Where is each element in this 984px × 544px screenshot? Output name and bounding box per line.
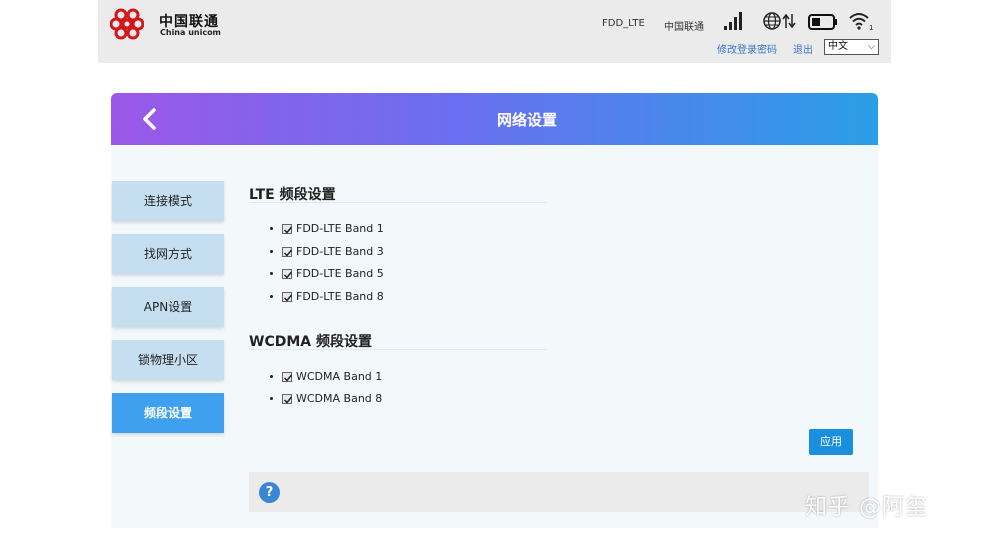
carrier-name: 中国联通 <box>664 22 704 33</box>
change-password-link[interactable]: 修改登录密码 <box>717 41 777 56</box>
sidebar-item-cell-lock[interactable]: 锁物理小区 <box>112 340 224 380</box>
band-label: WCDMA Band 1 <box>296 370 383 383</box>
brand-name-en: China unicom <box>160 28 221 37</box>
band-checkbox[interactable] <box>282 291 293 302</box>
list-item: FDD-LTE Band 1 <box>270 222 384 235</box>
sidebar-item-apn[interactable]: APN设置 <box>112 287 224 327</box>
band-label: WCDMA Band 8 <box>296 392 383 405</box>
band-label: FDD-LTE Band 1 <box>296 222 384 235</box>
list-item: WCDMA Band 8 <box>270 392 382 405</box>
list-item: WCDMA Band 1 <box>270 370 382 383</box>
band-checkbox[interactable] <box>282 246 293 257</box>
list-item: FDD-LTE Band 3 <box>270 245 384 258</box>
help-bar <box>249 472 869 512</box>
divider <box>249 202 547 203</box>
band-checkbox[interactable] <box>282 393 293 404</box>
wifi-icon: 1 <box>849 13 873 31</box>
page-title: 网络设置 <box>496 111 557 129</box>
band-label: FDD-LTE Band 8 <box>296 290 384 303</box>
sidebar-item-band-settings[interactable]: 频段设置 <box>112 393 224 433</box>
language-selected-value: 中文 <box>828 41 848 52</box>
sidebar-item-network-search[interactable]: 找网方式 <box>112 234 224 274</box>
svg-text:1: 1 <box>869 24 873 31</box>
watermark: 知乎 @阿玺 <box>805 495 928 520</box>
lte-section-title: LTE 频段设置 <box>249 187 336 203</box>
band-checkbox[interactable] <box>282 223 293 234</box>
divider <box>249 349 547 350</box>
logout-link[interactable]: 退出 <box>793 41 813 56</box>
help-icon[interactable]: ? <box>259 482 280 503</box>
globe-data-icon <box>763 12 796 30</box>
language-select[interactable]: 中文 ⌵ <box>824 39 879 55</box>
battery-icon <box>808 14 837 30</box>
list-item: FDD-LTE Band 5 <box>270 267 384 280</box>
wcdma-section-title: WCDMA 频段设置 <box>249 334 372 350</box>
network-type: FDD_LTE <box>602 18 645 29</box>
apply-button[interactable]: 应用 <box>809 429 853 455</box>
band-checkbox[interactable] <box>282 371 293 382</box>
list-item: FDD-LTE Band 8 <box>270 290 384 303</box>
band-label: FDD-LTE Band 3 <box>296 245 384 258</box>
china-unicom-logo-icon <box>110 8 144 40</box>
chevron-down-icon: ⌵ <box>868 42 875 52</box>
band-checkbox[interactable] <box>282 268 293 279</box>
signal-icon <box>724 12 742 30</box>
band-label: FDD-LTE Band 5 <box>296 267 384 280</box>
sidebar-item-connection-mode[interactable]: 连接模式 <box>112 181 224 221</box>
